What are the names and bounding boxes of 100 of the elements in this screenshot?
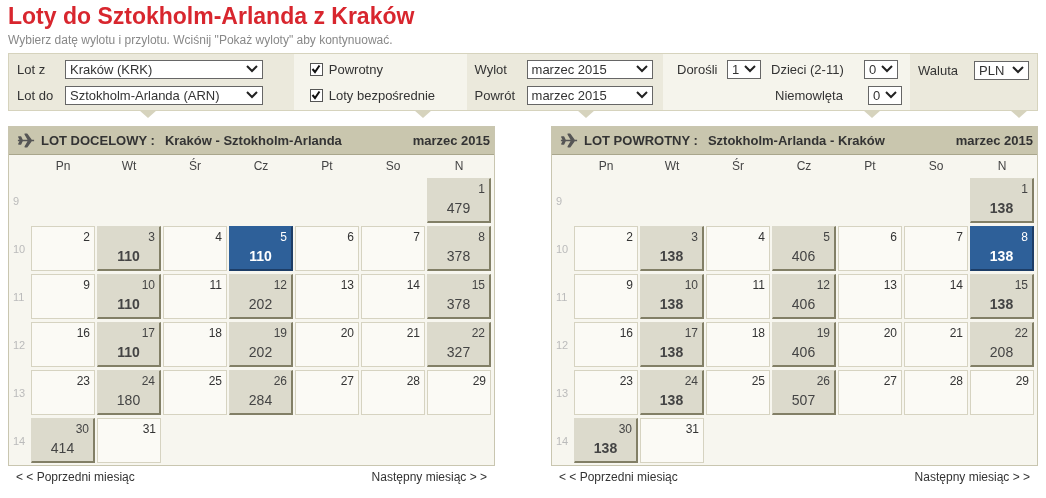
chevron-icon [246, 91, 258, 99]
dropdown[interactable]: PLN [974, 60, 1029, 80]
day-cell[interactable]: 3 138 [640, 226, 704, 271]
day-cell: 20 [838, 322, 902, 367]
chevron-icon [1012, 66, 1024, 74]
day-cell[interactable]: 26 507 [772, 370, 836, 415]
day-cell: 31 [97, 418, 161, 463]
week-number: 14 [555, 433, 570, 449]
day-cell: 28 [904, 370, 968, 415]
airplane-icon [560, 133, 578, 148]
dropdown[interactable]: 0 [868, 85, 902, 105]
week-number: 14 [12, 433, 27, 449]
day-cell: 14 [361, 274, 425, 319]
field-label: Dzieci (2-11) [771, 61, 845, 77]
pointer-notch [863, 110, 881, 118]
day-cell[interactable]: 3 110 [97, 226, 161, 271]
week-number: 10 [555, 241, 570, 257]
day-cell: 2 [31, 226, 95, 271]
day-cell: 29 [427, 370, 491, 415]
checkbox-label: Powrotny [328, 61, 383, 77]
field-label: Lot do [17, 87, 55, 103]
previous-month-link[interactable]: < < Poprzedni miesiąc [16, 470, 135, 484]
day-cell[interactable]: 8 378 [427, 226, 491, 271]
day-cell: 28 [361, 370, 425, 415]
day-cell[interactable]: 26 284 [229, 370, 293, 415]
day-cell: 11 [163, 274, 227, 319]
week-number: 13 [12, 385, 27, 401]
dropdown[interactable]: 1 [727, 59, 761, 79]
dropdown[interactable]: marzec 2015 [526, 85, 653, 105]
day-cell: 11 [706, 274, 770, 319]
previous-month-link[interactable]: < < Poprzedni miesiąc [559, 470, 678, 484]
day-cell: 4 [163, 226, 227, 271]
day-cell[interactable]: 12 202 [229, 274, 293, 319]
day-cell[interactable]: 10 138 [640, 274, 704, 319]
dropdown[interactable]: Kraków (KRK) [65, 59, 263, 79]
chevron-icon [885, 91, 897, 99]
day-cell: 31 [640, 418, 704, 463]
day-cell: 18 [163, 322, 227, 367]
day-cell: 21 [904, 322, 968, 367]
weekday-label: So [927, 158, 945, 175]
day-cell[interactable]: 12 406 [772, 274, 836, 319]
day-cell: 18 [706, 322, 770, 367]
day-cell: 25 [706, 370, 770, 415]
day-cell[interactable]: 22 208 [970, 322, 1034, 367]
route-label: Kraków - Sztokholm-Arlanda [164, 133, 343, 148]
weekday-label: Pt [863, 158, 877, 175]
day-cell[interactable]: 15 378 [427, 274, 491, 319]
checkbox-label: Loty bezpośrednie [328, 87, 435, 103]
day-cell: 9 [31, 274, 95, 319]
field-label: Wylot [474, 61, 508, 77]
dropdown[interactable]: 0 [864, 59, 898, 79]
day-cell[interactable]: 19 202 [229, 322, 293, 367]
day-cell[interactable]: 30 414 [31, 418, 95, 463]
dropdown[interactable]: Sztokholm-Arlanda (ARN) [65, 85, 263, 105]
day-cell[interactable]: 5 110 [229, 226, 293, 271]
day-cell: 25 [163, 370, 227, 415]
day-cell[interactable]: 17 138 [640, 322, 704, 367]
field-label: Lot z [17, 61, 47, 77]
day-cell: 23 [574, 370, 638, 415]
day-cell: 2 [574, 226, 638, 271]
day-cell: 16 [574, 322, 638, 367]
day-cell[interactable]: 15 138 [970, 274, 1034, 319]
dropdown[interactable]: marzec 2015 [526, 59, 653, 79]
checkbox[interactable] [309, 88, 323, 102]
day-cell[interactable]: 1 479 [427, 178, 491, 223]
chevron-icon [881, 65, 893, 73]
day-cell[interactable]: 10 110 [97, 274, 161, 319]
chevron-icon [635, 65, 648, 73]
week-number: 11 [555, 289, 569, 305]
day-cell[interactable]: 5 406 [772, 226, 836, 271]
next-month-link[interactable]: Następny miesiąc > > [371, 470, 487, 484]
day-cell[interactable]: 24 138 [640, 370, 704, 415]
day-cell[interactable]: 17 110 [97, 322, 161, 367]
day-cell: 13 [838, 274, 902, 319]
chevron-icon [246, 65, 258, 73]
day-cell: 13 [295, 274, 359, 319]
day-cell: 16 [31, 322, 95, 367]
month-label: marzec 2015 [412, 133, 490, 148]
day-cell: 6 [295, 226, 359, 271]
day-cell: 21 [361, 322, 425, 367]
checkbox[interactable] [309, 62, 323, 76]
day-cell[interactable]: 22 327 [427, 322, 491, 367]
day-cell[interactable]: 1 138 [970, 178, 1034, 223]
day-cell: 9 [574, 274, 638, 319]
week-number: 12 [555, 337, 570, 353]
calendar-heading: LOT POWROTNY : [584, 133, 698, 148]
calendar-heading: LOT DOCELOWY : [41, 133, 155, 148]
next-month-link[interactable]: Następny miesiąc > > [914, 470, 1030, 484]
weekday-label: Pn [597, 158, 615, 175]
day-cell: 4 [706, 226, 770, 271]
day-cell[interactable]: 19 406 [772, 322, 836, 367]
day-cell: 23 [31, 370, 95, 415]
week-number: 12 [12, 337, 27, 353]
day-cell[interactable]: 24 180 [97, 370, 161, 415]
field-label: Dorośli [677, 61, 719, 77]
week-number: 13 [555, 385, 570, 401]
day-cell[interactable]: 8 138 [970, 226, 1034, 271]
field-label: Niemowlęta [775, 87, 844, 103]
day-cell[interactable]: 30 138 [574, 418, 638, 463]
weekday-label: Wt [663, 158, 681, 175]
